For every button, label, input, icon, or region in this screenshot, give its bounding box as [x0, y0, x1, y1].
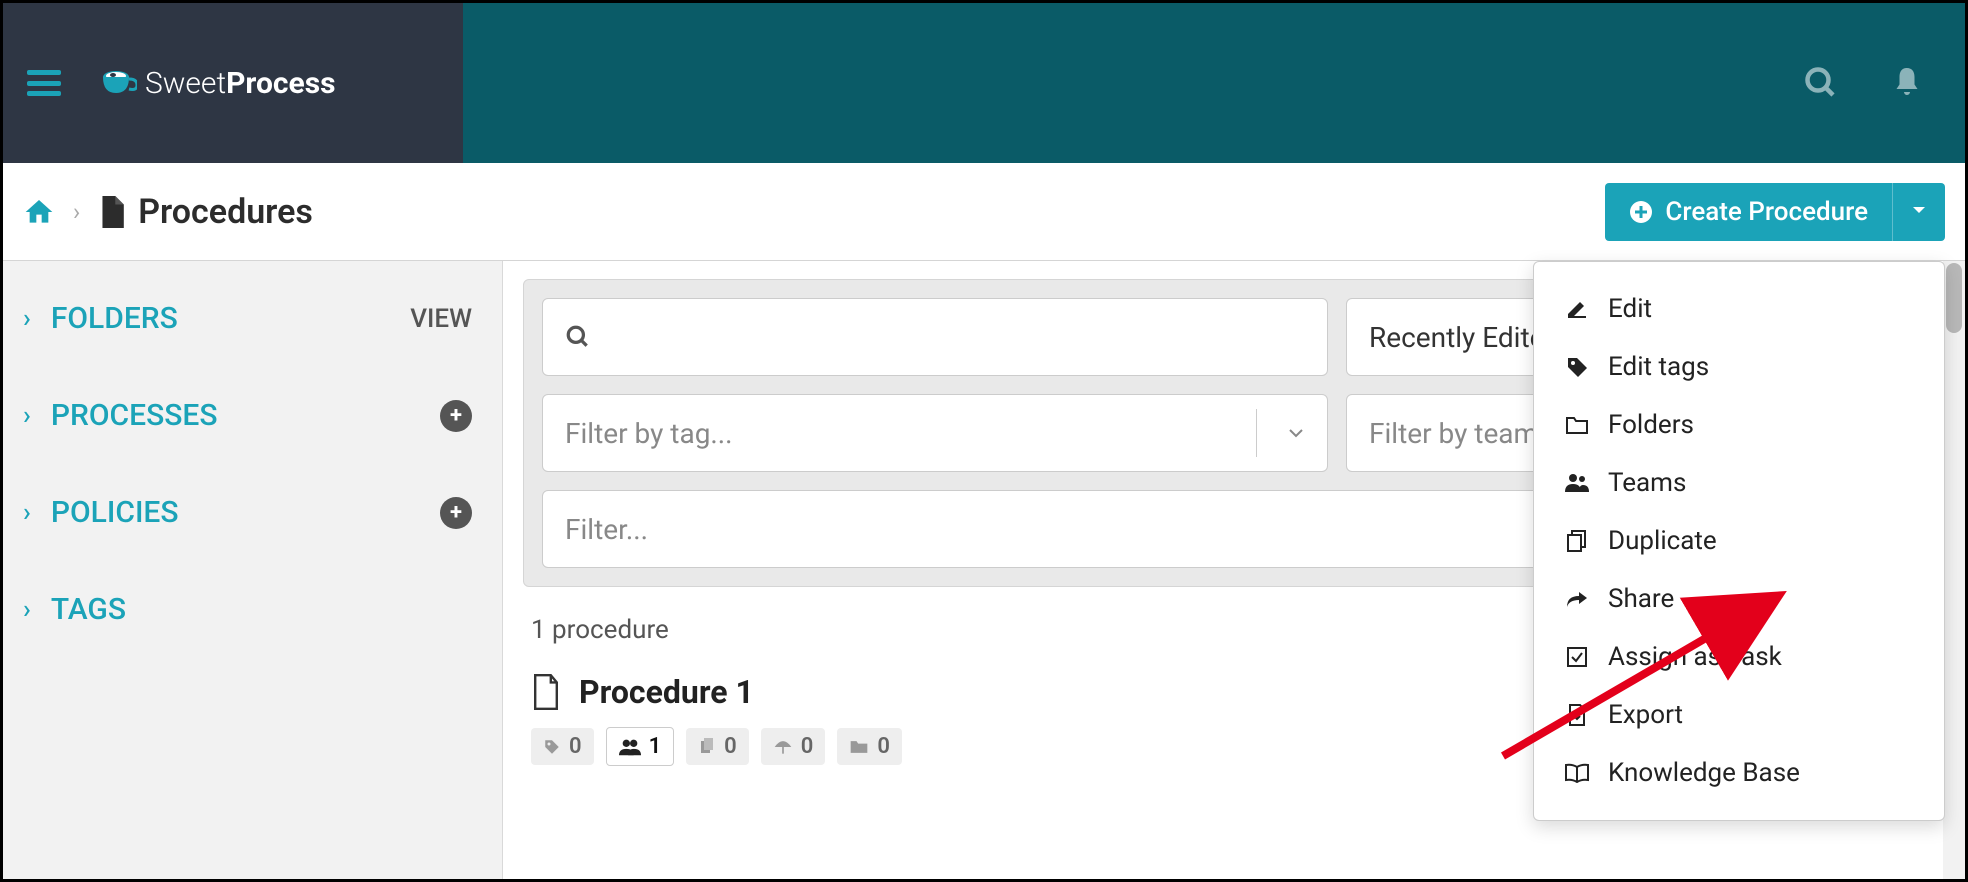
top-bar-left: SweetProcess	[3, 3, 463, 163]
content-area: Recently Edited Filter by tag... Filter …	[503, 261, 1965, 879]
teams-icon	[1564, 470, 1590, 496]
plus-circle-icon	[1629, 200, 1653, 224]
tag-count-chip[interactable]: 0	[531, 728, 594, 765]
page-title: Procedures	[138, 192, 313, 232]
menu-share[interactable]: Share	[1534, 570, 1944, 628]
sidebar-item-folders[interactable]: ›FOLDERS VIEW	[23, 301, 472, 336]
chevron-down-icon	[1287, 427, 1305, 439]
add-policy-button[interactable]: +	[440, 497, 472, 529]
create-procedure-button[interactable]: Create Procedure	[1605, 183, 1892, 241]
chevron-right-icon: ›	[23, 401, 31, 431]
view-action[interactable]: VIEW	[410, 304, 472, 334]
search-icon	[565, 324, 591, 350]
home-icon[interactable]	[23, 196, 55, 228]
create-dropdown-toggle[interactable]	[1892, 183, 1945, 241]
folder-icon	[849, 739, 869, 755]
search-input[interactable]	[542, 298, 1328, 376]
book-icon	[1564, 760, 1590, 786]
tag-icon	[543, 738, 561, 756]
chevron-right-icon: ›	[23, 595, 31, 625]
team-count-chip[interactable]: 1	[606, 727, 675, 766]
breadcrumb-separator: ›	[73, 198, 80, 226]
menu-edit[interactable]: Edit	[1534, 280, 1944, 338]
export-icon	[1564, 702, 1590, 728]
logo-text: SweetProcess	[145, 66, 336, 101]
context-menu: Edit Edit tags Folders Teams Duplicate S…	[1533, 261, 1945, 821]
sidebar-item-policies[interactable]: ›POLICIES +	[23, 495, 472, 530]
menu-icon[interactable]	[27, 70, 61, 96]
copy-icon	[698, 738, 716, 756]
umbrella-icon	[773, 738, 793, 756]
teams-icon	[619, 738, 641, 756]
menu-knowledge-base[interactable]: Knowledge Base	[1534, 744, 1944, 802]
main: ›FOLDERS VIEW ›PROCESSES + ›POLICIES + ›…	[3, 261, 1965, 879]
sidebar: ›FOLDERS VIEW ›PROCESSES + ›POLICIES + ›…	[3, 261, 503, 879]
chevron-right-icon: ›	[23, 304, 31, 334]
scrollbar-thumb[interactable]	[1946, 263, 1962, 333]
bell-icon[interactable]	[1889, 65, 1925, 101]
sidebar-item-processes[interactable]: ›PROCESSES +	[23, 398, 472, 433]
chevron-right-icon: ›	[23, 498, 31, 528]
create-button-group: Create Procedure	[1605, 183, 1945, 241]
scrollbar[interactable]	[1943, 261, 1965, 879]
folder-icon	[1564, 412, 1590, 438]
add-process-button[interactable]: +	[440, 400, 472, 432]
top-bar: SweetProcess	[3, 3, 1965, 163]
menu-assign-task[interactable]: Assign as Task	[1534, 628, 1944, 686]
menu-folders[interactable]: Folders	[1534, 396, 1944, 454]
menu-edit-tags[interactable]: Edit tags	[1534, 338, 1944, 396]
document-icon	[531, 674, 561, 710]
top-bar-actions	[1803, 65, 1925, 101]
caret-down-icon	[1911, 205, 1927, 215]
folder-count-chip[interactable]: 0	[837, 728, 902, 765]
checkbox-icon	[1564, 644, 1590, 670]
menu-duplicate[interactable]: Duplicate	[1534, 512, 1944, 570]
menu-teams[interactable]: Teams	[1534, 454, 1944, 512]
search-icon[interactable]	[1803, 65, 1839, 101]
sidebar-item-tags[interactable]: ›TAGS	[23, 592, 472, 627]
logo[interactable]: SweetProcess	[101, 66, 336, 101]
tag-filter-select[interactable]: Filter by tag...	[542, 394, 1328, 472]
copy-count-chip[interactable]: 0	[686, 728, 749, 765]
umbrella-count-chip[interactable]: 0	[761, 728, 826, 765]
page-icon	[98, 196, 124, 228]
cup-icon	[101, 69, 137, 97]
duplicate-icon	[1564, 528, 1590, 554]
procedure-title: Procedure 1	[579, 673, 754, 711]
menu-export[interactable]: Export	[1534, 686, 1944, 744]
share-icon	[1564, 586, 1590, 612]
breadcrumb-bar: › Procedures Create Procedure	[3, 163, 1965, 261]
edit-icon	[1564, 296, 1590, 322]
tag-icon	[1564, 354, 1590, 380]
